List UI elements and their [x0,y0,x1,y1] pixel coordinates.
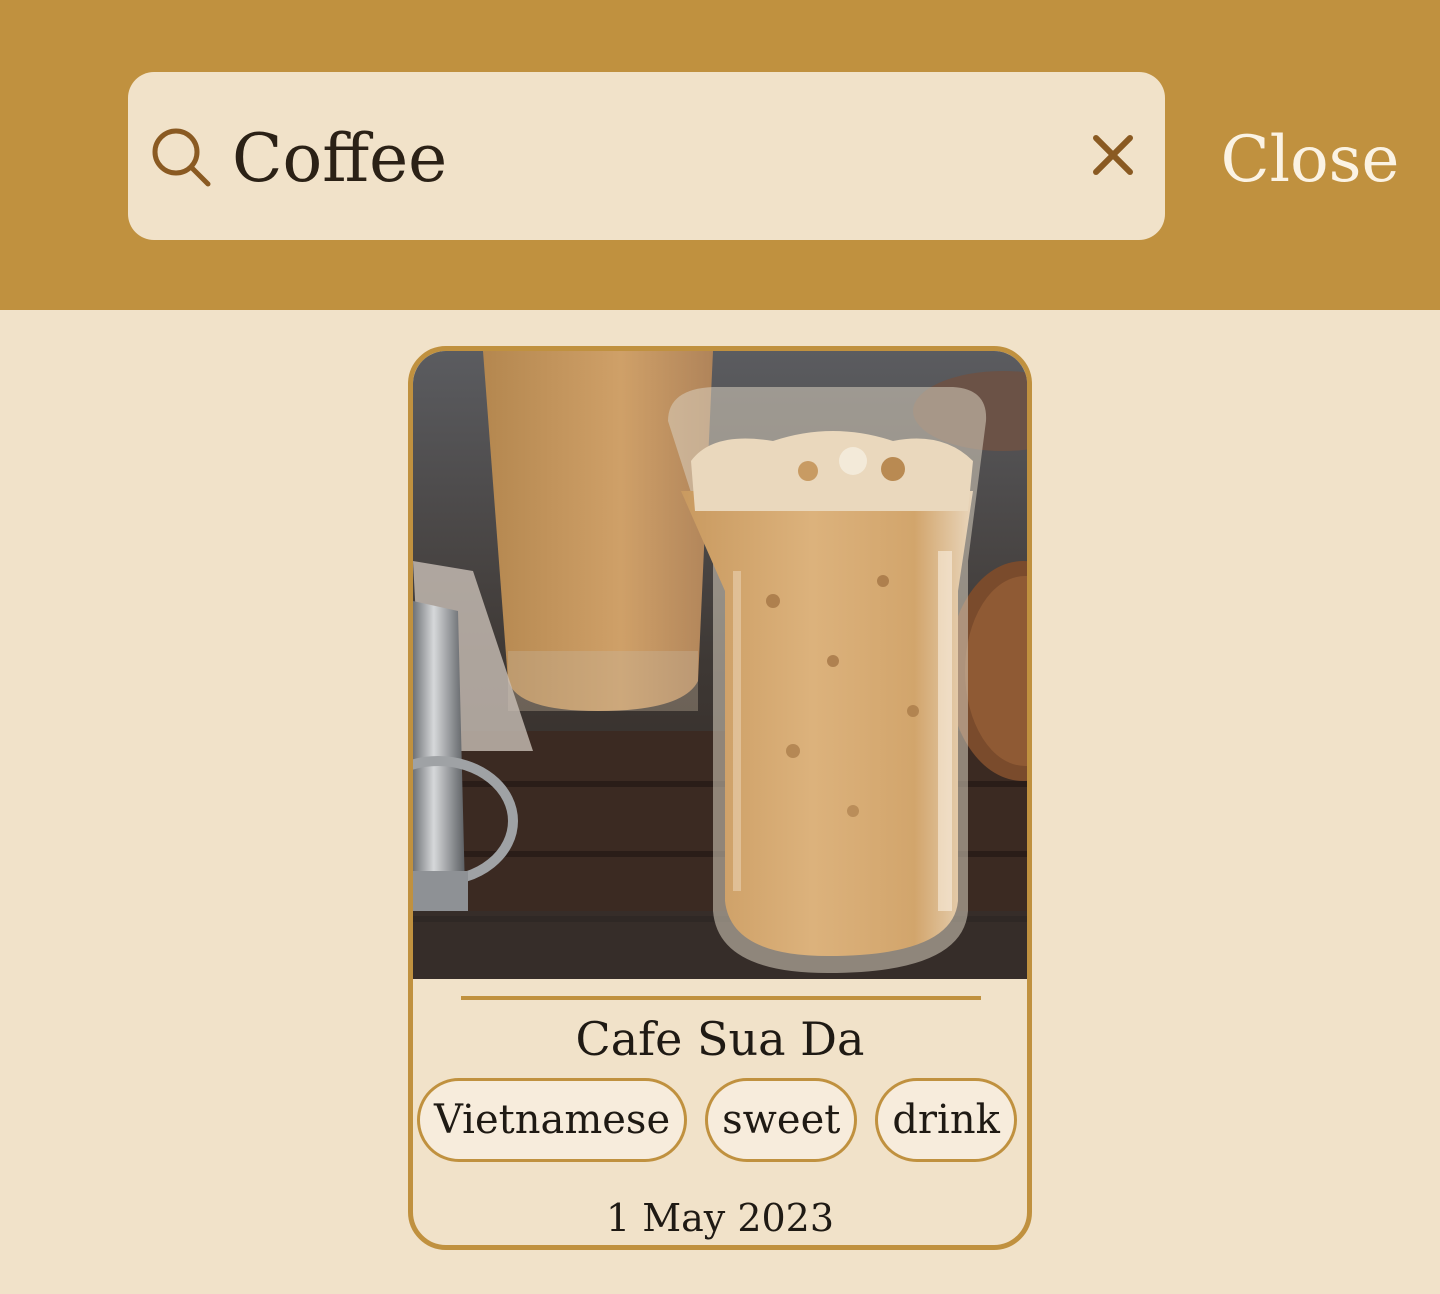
tag-chip[interactable]: sweet [705,1078,858,1162]
recipe-date: 1 May 2023 [605,1196,835,1240]
close-button[interactable]: Close [1200,108,1420,212]
card-divider [461,996,981,1000]
search-input[interactable] [232,104,1072,214]
recipe-image [413,351,1027,979]
clear-search-icon[interactable] [1088,130,1138,180]
tag-chip[interactable]: drink [875,1078,1017,1162]
iced-coffee-photo-icon [413,351,1027,979]
recipe-card[interactable]: Cafe Sua Da Vietnamese sweet drink 1 May 2… [408,346,1032,1250]
recipe-title: Cafe Sua Da [575,1012,865,1066]
tag-chip[interactable]: Vietnamese [417,1078,688,1162]
tag-list: Vietnamese sweet drink [417,1078,1027,1168]
search-icon [152,128,211,187]
